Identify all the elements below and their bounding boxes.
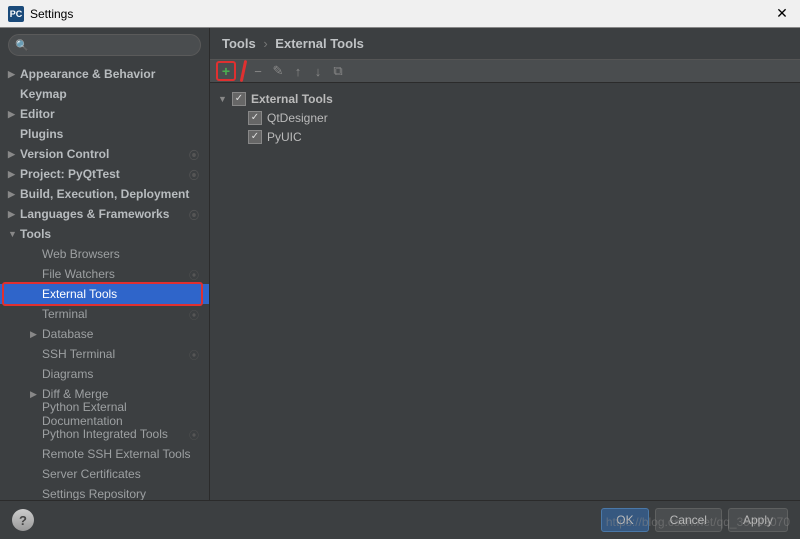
external-tools-root-label: External Tools — [251, 92, 333, 106]
external-tool-label: QtDesigner — [267, 111, 328, 125]
chevron-icon: ▶ — [8, 169, 20, 180]
sidebar-item-languages-frameworks[interactable]: ▶Languages & Frameworks⦿ — [0, 204, 209, 224]
search-icon: 🔍 — [15, 39, 29, 52]
chevron-icon: ▶ — [8, 189, 20, 200]
scope-badge: ⦿ — [189, 267, 199, 282]
sidebar-item-keymap[interactable]: Keymap — [0, 84, 209, 104]
sidebar-item-label: Diff & Merge — [42, 387, 209, 401]
sidebar-item-label: Languages & Frameworks — [20, 207, 189, 221]
sidebar-item-project-pyqttest[interactable]: ▶Project: PyQtTest⦿ — [0, 164, 209, 184]
external-tools-tree: ▼ ✓ External Tools ✓ QtDesigner ✓ PyUIC — [210, 83, 800, 500]
chevron-icon: ▶ — [8, 209, 20, 220]
down-icon[interactable]: ↓ — [309, 62, 327, 80]
search-input[interactable] — [8, 34, 201, 56]
sidebar-item-label: Database — [42, 327, 209, 341]
sidebar-item-label: Settings Repository — [42, 487, 209, 500]
chevron-icon: ▶ — [8, 149, 20, 160]
sidebar-item-label: Build, Execution, Deployment — [20, 187, 209, 201]
chevron-down-icon: ▼ — [218, 94, 232, 104]
sidebar-item-web-browsers[interactable]: Web Browsers — [0, 244, 209, 264]
up-icon[interactable]: ↑ — [289, 62, 307, 80]
scope-badge: ⦿ — [189, 147, 199, 162]
copy-icon[interactable]: ⧉ — [329, 62, 347, 80]
sidebar-item-editor[interactable]: ▶Editor — [0, 104, 209, 124]
sidebar-item-label: Keymap — [20, 87, 209, 101]
sidebar-item-plugins[interactable]: Plugins — [0, 124, 209, 144]
annotation-mark — [240, 60, 248, 82]
help-button[interactable]: ? — [12, 509, 34, 531]
breadcrumb-root: Tools — [222, 36, 256, 51]
chevron-icon: ▶ — [30, 329, 42, 340]
chevron-icon: ▶ — [8, 109, 20, 120]
main-panel: Tools › External Tools + − ✎ ↑ ↓ ⧉ ▼ ✓ E… — [210, 28, 800, 500]
edit-icon[interactable]: ✎ — [269, 62, 287, 80]
sidebar-item-label: Editor — [20, 107, 209, 121]
breadcrumb-leaf: External Tools — [275, 36, 364, 51]
scope-badge: ⦿ — [189, 307, 199, 322]
sidebar-item-label: Remote SSH External Tools — [42, 447, 209, 461]
sidebar-item-label: Web Browsers — [42, 247, 209, 261]
breadcrumb-sep: › — [263, 36, 267, 51]
sidebar: 🔍 ▶Appearance & BehaviorKeymap▶EditorPlu… — [0, 28, 210, 500]
breadcrumb: Tools › External Tools — [210, 28, 800, 59]
scope-badge: ⦿ — [189, 427, 199, 442]
sidebar-item-label: Appearance & Behavior — [20, 67, 209, 81]
apply-button[interactable]: Apply — [728, 508, 788, 532]
sidebar-item-label: Terminal — [42, 307, 189, 321]
sidebar-item-python-external-documentation[interactable]: Python External Documentation — [0, 404, 209, 424]
add-button[interactable]: + — [216, 61, 236, 81]
window-title: Settings — [30, 7, 772, 21]
scope-badge: ⦿ — [189, 347, 199, 362]
chevron-icon: ▶ — [8, 69, 20, 80]
sidebar-item-python-integrated-tools[interactable]: Python Integrated Tools⦿ — [0, 424, 209, 444]
external-tool-label: PyUIC — [267, 130, 302, 144]
checkbox[interactable]: ✓ — [232, 92, 246, 106]
toolbar: + − ✎ ↑ ↓ ⧉ — [210, 59, 800, 83]
sidebar-item-ssh-terminal[interactable]: SSH Terminal⦿ — [0, 344, 209, 364]
external-tool-item[interactable]: ✓ PyUIC — [218, 127, 792, 146]
footer: ? OK Cancel Apply — [0, 500, 800, 539]
sidebar-item-server-certificates[interactable]: Server Certificates — [0, 464, 209, 484]
sidebar-item-label: Version Control — [20, 147, 189, 161]
settings-tree: ▶Appearance & BehaviorKeymap▶EditorPlugi… — [0, 62, 209, 500]
sidebar-item-appearance-behavior[interactable]: ▶Appearance & Behavior — [0, 64, 209, 84]
remove-button[interactable]: − — [249, 62, 267, 80]
chevron-icon: ▼ — [8, 229, 20, 239]
sidebar-item-file-watchers[interactable]: File Watchers⦿ — [0, 264, 209, 284]
sidebar-item-label: Server Certificates — [42, 467, 209, 481]
ok-button[interactable]: OK — [601, 508, 648, 532]
sidebar-item-remote-ssh-external-tools[interactable]: Remote SSH External Tools — [0, 444, 209, 464]
search-wrap: 🔍 — [0, 28, 209, 62]
close-icon[interactable]: ✕ — [772, 5, 792, 22]
sidebar-item-label: Diagrams — [42, 367, 209, 381]
sidebar-item-tools[interactable]: ▼Tools — [0, 224, 209, 244]
sidebar-item-label: Plugins — [20, 127, 209, 141]
scope-badge: ⦿ — [189, 167, 199, 182]
checkbox[interactable]: ✓ — [248, 130, 262, 144]
sidebar-item-external-tools[interactable]: External Tools — [0, 284, 209, 304]
sidebar-item-terminal[interactable]: Terminal⦿ — [0, 304, 209, 324]
chevron-icon: ▶ — [30, 389, 42, 400]
external-tools-root[interactable]: ▼ ✓ External Tools — [218, 89, 792, 108]
sidebar-item-label: External Tools — [42, 287, 209, 301]
titlebar: PC Settings ✕ — [0, 0, 800, 28]
sidebar-item-build-execution-deployment[interactable]: ▶Build, Execution, Deployment — [0, 184, 209, 204]
sidebar-item-label: Project: PyQtTest — [20, 167, 189, 181]
external-tool-item[interactable]: ✓ QtDesigner — [218, 108, 792, 127]
checkbox[interactable]: ✓ — [248, 111, 262, 125]
cancel-button[interactable]: Cancel — [655, 508, 722, 532]
sidebar-item-diagrams[interactable]: Diagrams — [0, 364, 209, 384]
sidebar-item-label: Python Integrated Tools — [42, 427, 189, 441]
sidebar-item-label: SSH Terminal — [42, 347, 189, 361]
scope-badge: ⦿ — [189, 207, 199, 222]
sidebar-item-database[interactable]: ▶Database — [0, 324, 209, 344]
sidebar-item-label: Tools — [20, 227, 209, 241]
sidebar-item-version-control[interactable]: ▶Version Control⦿ — [0, 144, 209, 164]
app-icon: PC — [8, 6, 24, 22]
sidebar-item-label: File Watchers — [42, 267, 189, 281]
sidebar-item-settings-repository[interactable]: Settings Repository — [0, 484, 209, 500]
